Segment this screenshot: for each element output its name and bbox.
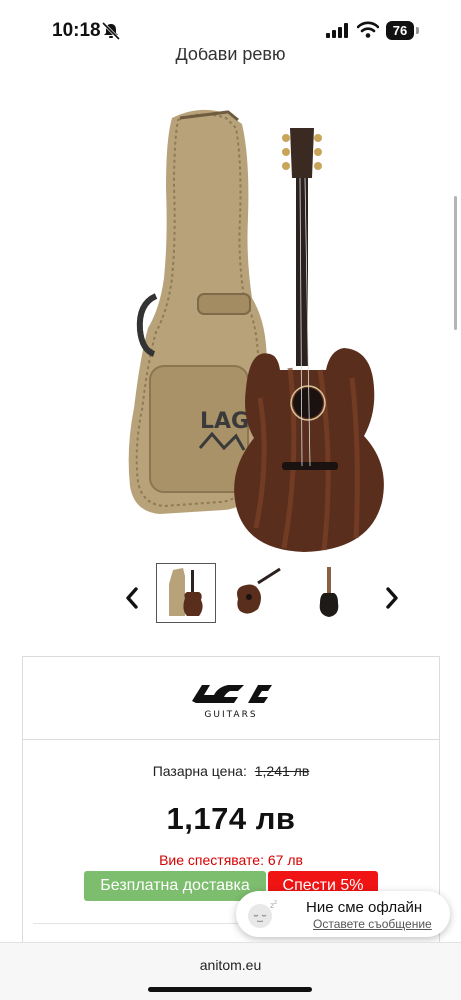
thumbnail-guitar-angle[interactable] — [228, 563, 286, 621]
thumbnail-guitar-back[interactable] — [300, 563, 358, 621]
page-scrollbar[interactable] — [454, 196, 457, 330]
cellular-signal-icon — [326, 23, 348, 38]
home-indicator[interactable] — [148, 987, 312, 992]
brand-section: GUITARS — [23, 657, 439, 740]
chat-status: Ние сме офлайн — [306, 899, 423, 916]
add-review-heading[interactable]: Добави ревю — [0, 48, 461, 68]
savings-text: Вие спестявате: 67 лв — [159, 852, 303, 868]
thumbnail-guitar-with-bag[interactable] — [156, 563, 216, 623]
svg-text:z: z — [274, 899, 277, 906]
free-shipping-badge: Безплатна доставка — [84, 871, 266, 901]
chevron-right-icon[interactable] — [380, 584, 404, 612]
svg-text:GUITARS: GUITARS — [204, 710, 257, 720]
bell-muted-icon — [101, 22, 121, 40]
battery-level: 76 — [386, 21, 414, 40]
chevron-left-icon[interactable] — [120, 584, 144, 612]
market-price-line: Пазарна цена: 1,241 лв — [23, 763, 439, 779]
sleeping-face-icon: z z — [248, 899, 277, 928]
url-display[interactable]: anitom.eu — [0, 957, 461, 973]
leave-message-link[interactable]: Оставете съобщение — [313, 917, 432, 931]
battery-nub — [416, 27, 419, 34]
svg-text:LAG: LAG — [200, 409, 249, 434]
market-price-label: Пазарна цена: — [152, 763, 247, 779]
clock: 10:18 — [52, 20, 101, 41]
wifi-icon — [357, 21, 379, 38]
market-price-value: 1,241 лв — [254, 763, 310, 779]
lag-guitars-logo[interactable]: GUITARS — [188, 677, 274, 721]
browser-bottom-bar: anitom.eu — [0, 942, 461, 1000]
product-image[interactable]: LAG — [120, 98, 410, 558]
battery-indicator: 76 — [386, 21, 420, 40]
current-price: 1,174 лв — [166, 801, 296, 836]
chat-widget[interactable]: z z Ние сме офлайн Оставете съобщение — [236, 891, 450, 937]
